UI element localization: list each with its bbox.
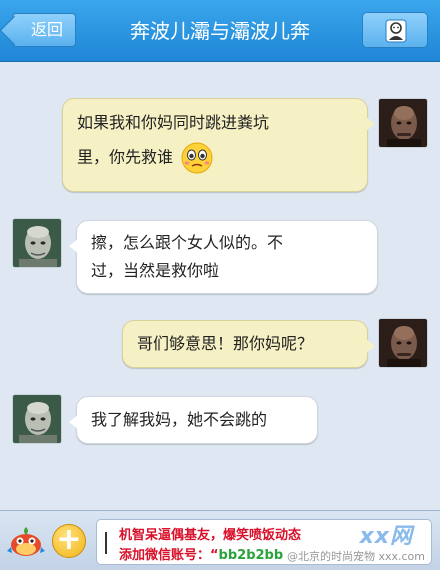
text-caret bbox=[105, 532, 107, 554]
add-button[interactable]: + bbox=[52, 524, 86, 558]
worried-face-emoji-icon bbox=[181, 142, 213, 174]
message-text-line: 擦，怎么跟个女人似的。不 bbox=[91, 233, 284, 252]
fish-mascot-icon[interactable] bbox=[6, 521, 46, 561]
site-watermark-sub: @北京的时尚宠物 xxx.com bbox=[286, 550, 425, 563]
friend-avatar[interactable] bbox=[12, 394, 62, 444]
message-text-line: 哥们够意思！那你妈呢？ bbox=[137, 334, 314, 353]
message-text-line: 过，当然是救你啦 bbox=[91, 261, 220, 280]
message-bubble-outgoing[interactable]: 如果我和你妈同时跳进粪坑 里，你先救谁 bbox=[62, 98, 375, 192]
chat-title: 奔波儿灞与灞波儿奔 bbox=[130, 19, 310, 43]
message-text-line: 我了解我妈，她不会跳的 bbox=[91, 410, 268, 429]
overlay-ad-prefix: 添加微信账号：“ bbox=[119, 548, 219, 563]
overlay-ad-text: 机智呆逼偶基友，爆笑喷饭动态 bbox=[119, 528, 302, 543]
message-text-line: 里，你先救谁 bbox=[77, 147, 174, 167]
overlay-ad-text: 添加微信账号：“bb2b2bb bbox=[119, 544, 283, 563]
friend-avatar[interactable] bbox=[12, 218, 62, 268]
input-toolbar: + 机智呆逼偶基友，爆笑喷饭动态 添加微信账号：“bb2b2bb xx网 @北京… bbox=[0, 510, 440, 570]
my-avatar[interactable] bbox=[378, 318, 428, 368]
message-input[interactable]: 机智呆逼偶基友，爆笑喷饭动态 添加微信账号：“bb2b2bb xx网 @北京的时… bbox=[96, 519, 432, 565]
back-button[interactable]: 返回 bbox=[12, 13, 76, 47]
message-bubble-outgoing[interactable]: 哥们够意思！那你妈呢？ bbox=[122, 320, 375, 368]
message-bubble-incoming[interactable]: 擦，怎么跟个女人似的。不 过，当然是救你啦 bbox=[69, 220, 378, 294]
person-icon bbox=[385, 19, 407, 43]
message-bubble-incoming[interactable]: 我了解我妈，她不会跳的 bbox=[69, 396, 318, 444]
overlay-ad-code: bb2b2bb bbox=[218, 548, 284, 563]
chat-area[interactable]: 如果我和你妈同时跳进粪坑 里，你先救谁 擦，怎么跟个女人似的。不 过，当然是救你… bbox=[0, 62, 440, 510]
my-avatar[interactable] bbox=[378, 98, 428, 148]
back-button-label: 返回 bbox=[31, 20, 64, 39]
title-bar: 返回 奔波儿灞与灞波儿奔 bbox=[0, 0, 440, 62]
contact-profile-button[interactable] bbox=[362, 12, 428, 48]
site-watermark: xx网 bbox=[359, 524, 413, 549]
message-text-line: 如果我和你妈同时跳进粪坑 bbox=[77, 113, 270, 132]
